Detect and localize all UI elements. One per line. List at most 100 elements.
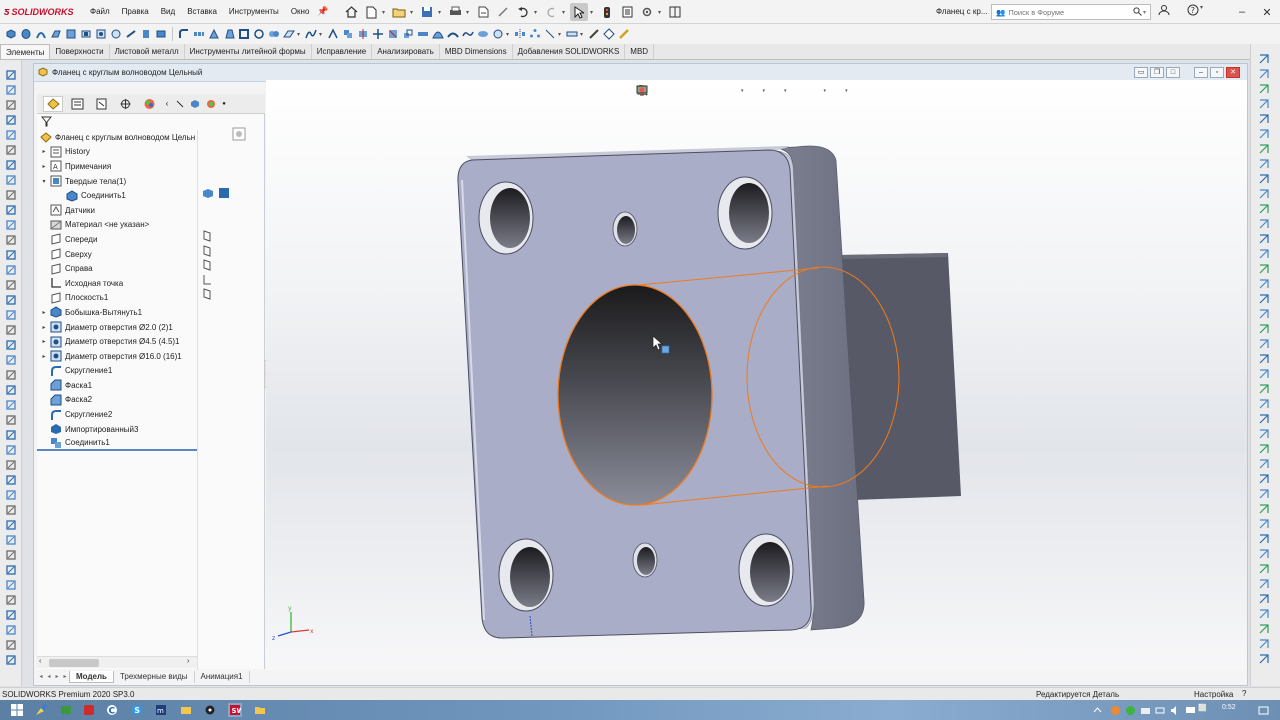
- text-tool-icon[interactable]: [1257, 322, 1271, 335]
- trim-tool-icon[interactable]: [1257, 202, 1271, 215]
- point-tool-icon[interactable]: [1257, 292, 1271, 305]
- doc-tile-icon[interactable]: ▭: [1134, 67, 1148, 78]
- thicken-icon[interactable]: [416, 27, 430, 41]
- sketch-pattern-icon[interactable]: [543, 27, 557, 41]
- spline-icon[interactable]: [3, 188, 18, 202]
- print-dropdown-icon[interactable]: ▾: [466, 9, 472, 16]
- tree-item[interactable]: ▸ History: [37, 145, 197, 160]
- tree-item[interactable]: Плоскость1: [37, 291, 197, 306]
- convert-tool-icon[interactable]: [1257, 382, 1271, 395]
- options-dropdown-icon[interactable]: ▾: [658, 9, 664, 16]
- swept-boss-icon[interactable]: [34, 27, 48, 41]
- tab-model[interactable]: Модель: [69, 670, 114, 683]
- origin-toggle-icon[interactable]: [202, 274, 214, 286]
- scene-tool-icon[interactable]: [1257, 532, 1271, 545]
- top-plane-toggle-icon[interactable]: [202, 245, 214, 257]
- tree-item[interactable]: Соединить1: [37, 188, 197, 203]
- notification-center-icon[interactable]: [1256, 703, 1270, 717]
- chamfer-sketch-icon[interactable]: [3, 233, 18, 247]
- display-tool-icon[interactable]: [1257, 502, 1271, 515]
- arc-tool-icon[interactable]: [1257, 112, 1271, 125]
- indent-icon[interactable]: [491, 27, 505, 41]
- move-tool-icon[interactable]: [1257, 247, 1271, 260]
- mirror-icon[interactable]: [513, 27, 527, 41]
- tree-expand-arrow-icon[interactable]: ▸: [39, 148, 49, 155]
- tab-mbd[interactable]: MBD: [625, 44, 655, 59]
- undo-icon[interactable]: [514, 3, 532, 21]
- split-tool-icon[interactable]: [1257, 412, 1271, 425]
- tab-surfaces[interactable]: Поверхности: [50, 44, 110, 59]
- solidworks-app-icon[interactable]: SW: [228, 703, 242, 717]
- tray-arrow-icon[interactable]: [1090, 703, 1104, 717]
- front-plane-toggle-icon[interactable]: [202, 230, 214, 242]
- right-plane-toggle-icon[interactable]: [202, 259, 214, 271]
- point-icon[interactable]: [3, 533, 18, 547]
- tree-item[interactable]: Фаска1: [37, 378, 197, 393]
- tree-item[interactable]: ▸ Диаметр отверстия Ø16.0 (16)1: [37, 349, 197, 364]
- shaded-sketch-icon[interactable]: [3, 503, 18, 517]
- home-icon[interactable]: [342, 3, 360, 21]
- quick-snaps-icon[interactable]: [3, 458, 18, 472]
- print-icon[interactable]: [446, 3, 464, 21]
- skype-app-icon[interactable]: S: [130, 703, 144, 717]
- dimxpert-tab-icon[interactable]: [115, 96, 135, 112]
- tab-3d-views[interactable]: Трехмерные виды: [114, 670, 195, 683]
- reference-triad-icon[interactable]: y x z: [272, 605, 314, 642]
- centerline-icon[interactable]: [3, 548, 18, 562]
- search-icon[interactable]: [1133, 6, 1142, 18]
- open-folder-icon[interactable]: [390, 3, 408, 21]
- file-properties-icon[interactable]: [618, 3, 636, 21]
- text-icon[interactable]: [3, 518, 18, 532]
- wrap-icon[interactable]: [252, 27, 266, 41]
- plane1-toggle-icon[interactable]: [202, 288, 214, 300]
- scale-tool-icon[interactable]: [1257, 442, 1271, 455]
- redo-dropdown-icon[interactable]: ▾: [562, 9, 568, 16]
- tree-item[interactable]: Датчики: [37, 203, 197, 218]
- hole-wizard-icon[interactable]: [94, 27, 108, 41]
- mounting-hole-top-left[interactable]: [478, 181, 534, 255]
- sketch-rect-icon[interactable]: [1257, 52, 1271, 65]
- line-icon[interactable]: [3, 98, 18, 112]
- pin-hole-top[interactable]: [612, 211, 638, 247]
- extruded-cut-icon[interactable]: [79, 27, 93, 41]
- save-dropdown-icon[interactable]: ▾: [438, 9, 444, 16]
- tab-features[interactable]: Элементы: [0, 44, 51, 59]
- boundary-boss-icon[interactable]: [64, 27, 78, 41]
- rotate-entities-icon[interactable]: [3, 368, 18, 382]
- move-entities-icon[interactable]: [3, 353, 18, 367]
- folder-app-icon[interactable]: [253, 703, 267, 717]
- tab-nav-next-icon[interactable]: ▸: [53, 673, 61, 680]
- lofted-boss-icon[interactable]: [49, 27, 63, 41]
- draft-icon[interactable]: [222, 27, 236, 41]
- freeform-icon[interactable]: [461, 27, 475, 41]
- pin-hole-bottom[interactable]: [632, 542, 658, 578]
- tab-mold-tools[interactable]: Инструменты литейной формы: [185, 44, 312, 59]
- ellipse-tool-icon[interactable]: [1257, 157, 1271, 170]
- pin-menu-icon[interactable]: 📌: [317, 6, 328, 17]
- scroll-left-icon[interactable]: ‹: [39, 658, 41, 665]
- construction-tool-icon[interactable]: [1257, 487, 1271, 500]
- redo-icon[interactable]: [542, 3, 560, 21]
- media-app-icon[interactable]: [203, 703, 217, 717]
- tree-item[interactable]: Спереди: [37, 232, 197, 247]
- tree-item[interactable]: ▸ Диаметр отверстия Ø2.0 (2)1: [37, 320, 197, 335]
- picture-tool-icon[interactable]: [1257, 367, 1271, 380]
- search-scope-icon[interactable]: 👥: [996, 8, 1005, 17]
- smart-fastener-icon[interactable]: [617, 27, 631, 41]
- tree-filter-icon[interactable]: [40, 116, 53, 129]
- fullscreen-icon[interactable]: [666, 3, 684, 21]
- scroll-right-icon[interactable]: ›: [187, 658, 189, 665]
- boundary-cut-icon[interactable]: [154, 27, 168, 41]
- sheet-metal-icon[interactable]: [565, 27, 579, 41]
- tab-sheet-metal[interactable]: Листовой металл: [110, 44, 185, 59]
- construction-icon[interactable]: [3, 563, 18, 577]
- copy-entities-icon[interactable]: [3, 398, 18, 412]
- reference-geometry-dropdown-icon[interactable]: ▾: [297, 31, 303, 38]
- tree-options-icon[interactable]: [232, 127, 246, 141]
- configuration-manager-tab-icon[interactable]: [91, 96, 111, 112]
- pattern-dropdown-icon[interactable]: ▾: [558, 31, 564, 38]
- trim-icon[interactable]: [3, 278, 18, 292]
- tree-item[interactable]: ▸ Бобышка-Вытянуть1: [37, 305, 197, 320]
- undo-doc-icon[interactable]: [474, 3, 492, 21]
- 3d-sketch-icon[interactable]: [3, 593, 18, 607]
